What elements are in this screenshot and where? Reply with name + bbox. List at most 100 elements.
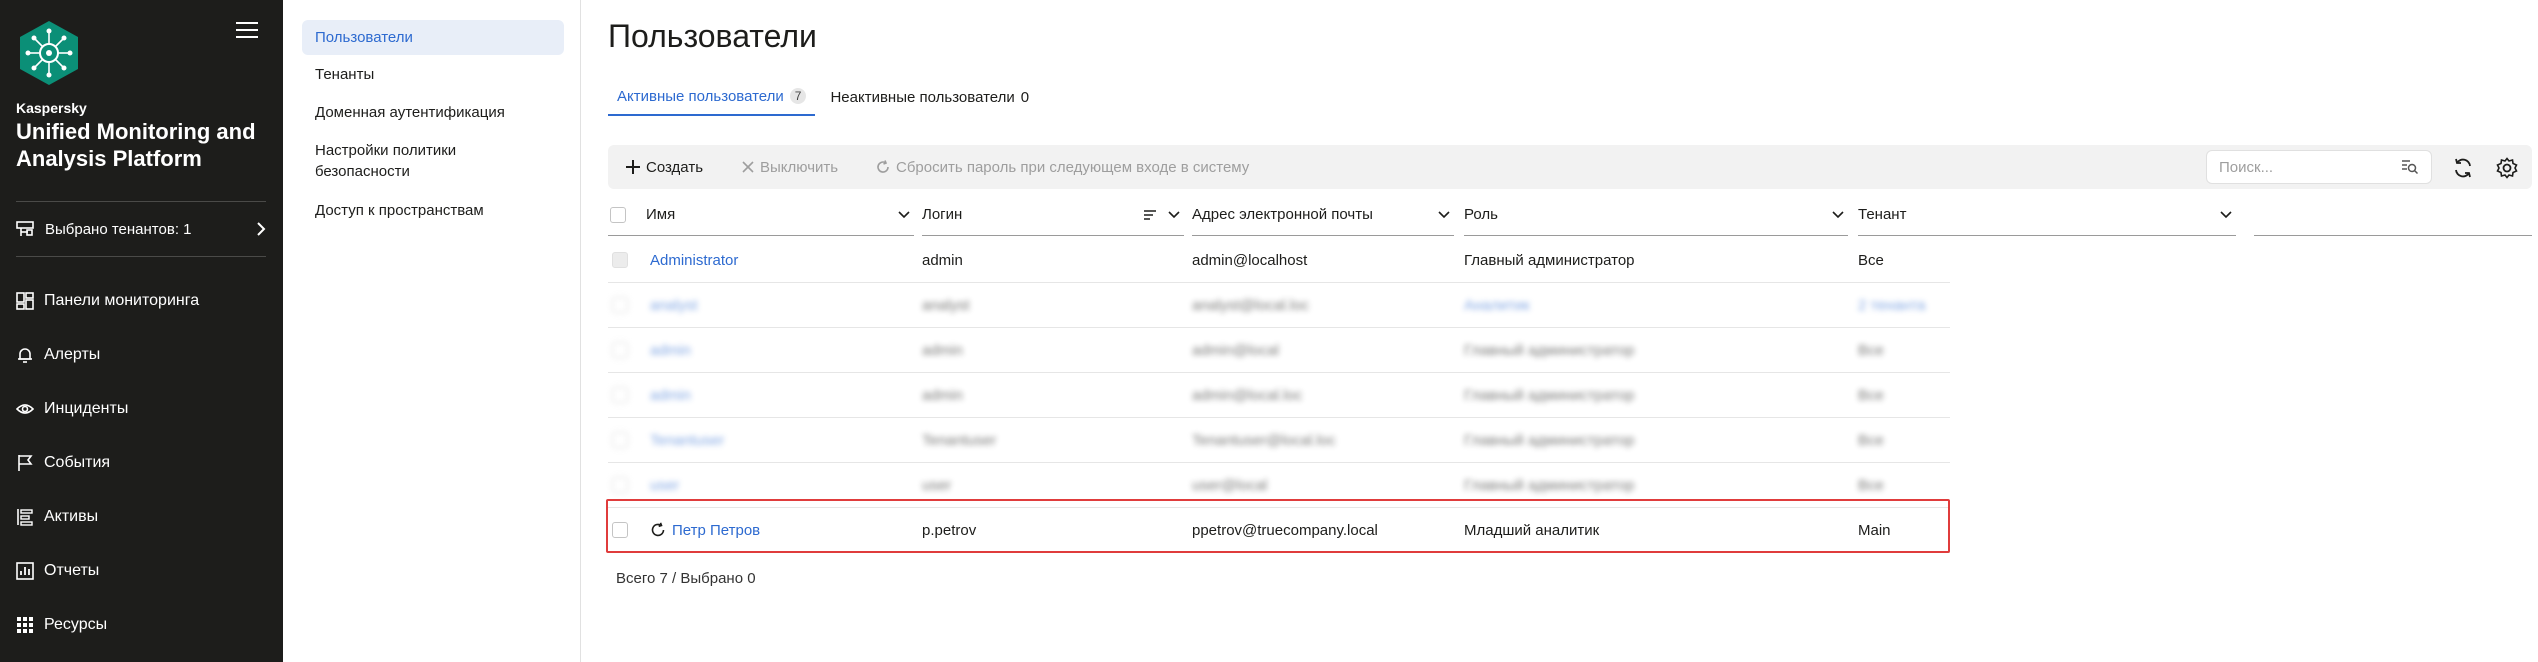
search-input[interactable] bbox=[2219, 151, 2399, 183]
chevron-down-icon[interactable] bbox=[1832, 210, 1844, 219]
sidebar-divider bbox=[16, 201, 266, 202]
reset-password-button[interactable]: Сбросить пароль при следующем входе в си… bbox=[876, 145, 1249, 189]
column-header-label: Логин bbox=[922, 206, 963, 223]
table-row[interactable]: admin admin admin@local.loc Главный адми… bbox=[608, 373, 1950, 418]
column-header-tenant[interactable]: Тенант bbox=[1858, 194, 2236, 236]
create-button[interactable]: Создать bbox=[626, 145, 703, 189]
refresh-table-icon[interactable] bbox=[2452, 157, 2474, 179]
table-row[interactable]: Петр Петров p.petrov ppetrov@truecompany… bbox=[608, 508, 1950, 553]
user-name-link[interactable]: admin bbox=[650, 328, 691, 372]
user-email: Tenantuser@local.loc bbox=[1192, 431, 1336, 449]
user-name-link[interactable]: Tenantuser bbox=[650, 418, 724, 462]
create-button-label: Создать bbox=[646, 158, 704, 176]
sidebar-item-alerts[interactable]: Алерты bbox=[16, 340, 266, 370]
subnav-item-users[interactable]: Пользователи bbox=[302, 20, 564, 55]
chevron-down-icon[interactable] bbox=[1438, 210, 1450, 219]
user-role: Младший аналитик bbox=[1464, 521, 1600, 539]
tab-inactive-users[interactable]: Неактивные пользователи 0 bbox=[821, 78, 1038, 116]
sidebar-item-resources[interactable]: Ресурсы bbox=[16, 610, 266, 640]
user-email: admin@localhost bbox=[1192, 251, 1308, 269]
user-name-link[interactable]: Петр Петров bbox=[672, 522, 760, 539]
disable-button[interactable]: Выключить bbox=[742, 145, 838, 189]
user-name-link[interactable]: admin bbox=[650, 373, 691, 417]
subnav-item-tenants[interactable]: Тенанты bbox=[302, 64, 564, 85]
assets-icon bbox=[17, 509, 33, 526]
user-role: Главный администратор bbox=[1464, 431, 1635, 449]
sidebar-item-incidents[interactable]: Инциденты bbox=[16, 394, 266, 424]
column-header-label: Роль bbox=[1464, 206, 1498, 223]
disable-button-label: Выключить bbox=[760, 158, 839, 176]
select-all-checkbox[interactable] bbox=[610, 206, 626, 223]
tenant-icon bbox=[16, 221, 34, 236]
user-email: admin@local.loc bbox=[1192, 386, 1303, 404]
sidebar-item-label: Ресурсы bbox=[44, 616, 108, 633]
row-checkbox[interactable] bbox=[612, 342, 628, 358]
sidebar-item-label: Отчеты bbox=[44, 562, 100, 579]
user-name-link[interactable]: Administrator bbox=[650, 238, 738, 282]
table-row[interactable]: analyst analyst analyst@local.loc Аналит… bbox=[608, 283, 1950, 328]
user-tenant: Все bbox=[1858, 431, 1884, 449]
menu-toggle-icon[interactable] bbox=[236, 22, 258, 40]
table-row[interactable]: admin admin admin@local Главный админист… bbox=[608, 328, 1950, 373]
users-table: Имя Логин Адрес электронной почты Роль Т… bbox=[606, 194, 2532, 553]
column-header-email[interactable]: Адрес электронной почты bbox=[1192, 194, 1454, 236]
row-checkbox[interactable] bbox=[612, 387, 628, 403]
user-tenant: 2 тенанта bbox=[1858, 296, 1926, 314]
sidebar-item-events[interactable]: События bbox=[16, 448, 266, 478]
row-checkbox[interactable] bbox=[612, 252, 628, 268]
grid-icon bbox=[17, 617, 33, 633]
user-login: admin bbox=[922, 341, 963, 359]
search-list-icon[interactable] bbox=[2401, 159, 2419, 175]
sidebar-item-assets[interactable]: Активы bbox=[16, 502, 266, 532]
tenant-selector[interactable]: Выбрано тенантов: 1 bbox=[16, 214, 266, 244]
subnav-item-security-policy[interactable]: Настройки политики безопасности bbox=[302, 140, 502, 182]
user-tenant: Main bbox=[1858, 521, 1891, 539]
sidebar-item-dashboards[interactable]: Панели мониторинга bbox=[16, 286, 266, 316]
column-header-label: Тенант bbox=[1858, 206, 1907, 223]
row-checkbox[interactable] bbox=[612, 297, 628, 313]
chevron-down-icon[interactable] bbox=[898, 210, 910, 219]
column-header-label: Адрес электронной почты bbox=[1192, 206, 1373, 223]
table-row[interactable]: Tenantuser Tenantuser Tenantuser@local.l… bbox=[608, 418, 1950, 463]
column-header-label: Имя bbox=[646, 206, 676, 223]
table-row[interactable]: Administrator admin admin@localhost Глав… bbox=[608, 238, 1950, 283]
user-login: Tenantuser bbox=[922, 431, 997, 449]
tab-count-badge: 7 bbox=[789, 88, 807, 104]
report-icon bbox=[16, 562, 34, 580]
brand-product: Unified Monitoring and Analysis Platform bbox=[16, 119, 256, 171]
sidebar-item-label: Инциденты bbox=[44, 400, 129, 417]
settings-subnav: Пользователи Тенанты Доменная аутентифик… bbox=[283, 0, 581, 662]
row-checkbox[interactable] bbox=[612, 477, 628, 493]
user-email: analyst@local.loc bbox=[1192, 296, 1309, 314]
dashboard-icon bbox=[16, 292, 34, 310]
user-role: Главный администратор bbox=[1464, 386, 1635, 404]
chevron-down-icon[interactable] bbox=[2220, 210, 2232, 219]
row-checkbox[interactable] bbox=[612, 432, 628, 448]
user-tenant: Все bbox=[1858, 476, 1884, 494]
user-name-link[interactable]: user bbox=[650, 463, 679, 507]
password-reset-pending-icon bbox=[651, 522, 665, 537]
sidebar-item-label: Активы bbox=[44, 508, 99, 525]
tab-active-users[interactable]: Активные пользователи 7 bbox=[608, 78, 816, 116]
column-header-role[interactable]: Роль bbox=[1464, 194, 1848, 236]
column-header-name[interactable]: Имя bbox=[646, 194, 914, 236]
row-checkbox[interactable] bbox=[612, 522, 628, 538]
user-tenant: Все bbox=[1858, 386, 1884, 404]
sidebar-item-reports[interactable]: Отчеты bbox=[16, 556, 266, 586]
table-row[interactable]: user user user@local Главный администрат… bbox=[608, 463, 1950, 508]
flag-icon bbox=[18, 455, 33, 471]
column-header-extra bbox=[2254, 235, 2532, 236]
user-tabs: Активные пользователи 7 Неактивные польз… bbox=[608, 78, 1044, 118]
app-root: Kaspersky Unified Monitoring and Analysi… bbox=[0, 0, 2538, 662]
column-header-login[interactable]: Логин bbox=[922, 194, 1184, 236]
tab-label: Активные пользователи bbox=[617, 87, 784, 105]
table-toolbar: Создать Выключить Сбросить пароль при сл… bbox=[608, 145, 2532, 189]
sort-icon[interactable] bbox=[1144, 209, 1180, 220]
sidebar-divider bbox=[16, 256, 266, 257]
user-name-link[interactable]: analyst bbox=[650, 283, 698, 327]
subnav-item-space-access[interactable]: Доступ к пространствам bbox=[302, 200, 564, 221]
gear-icon[interactable] bbox=[2496, 157, 2518, 179]
page-title: Пользователи bbox=[608, 18, 817, 54]
eye-icon bbox=[16, 404, 34, 414]
subnav-item-domain-auth[interactable]: Доменная аутентификация bbox=[302, 102, 564, 123]
